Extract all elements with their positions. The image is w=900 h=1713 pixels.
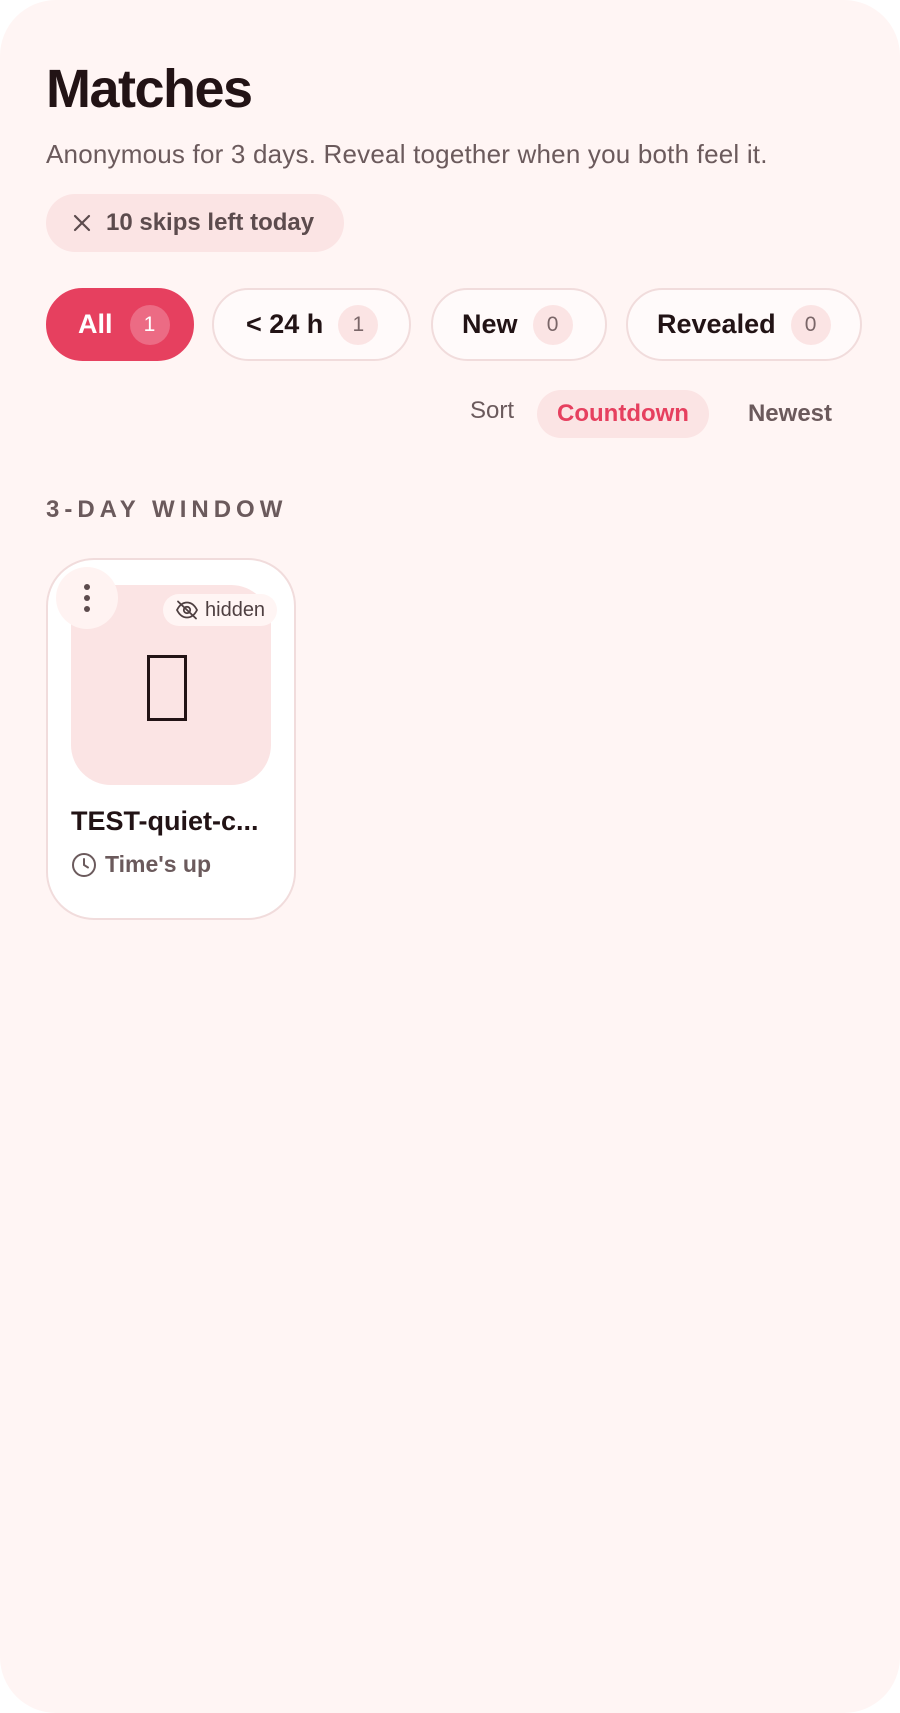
eye-off-icon <box>175 600 199 620</box>
more-options-button[interactable] <box>56 567 118 629</box>
filter-revealed[interactable]: Revealed 0 <box>626 288 862 361</box>
section-heading: 3-DAY WINDOW <box>46 496 288 523</box>
hidden-badge: hidden <box>163 594 278 626</box>
close-icon <box>73 214 91 232</box>
sort-label: Sort <box>470 397 515 424</box>
filter-count-badge: 0 <box>790 304 831 345</box>
more-vertical-icon-dot <box>84 606 90 612</box>
page-title: Matches <box>46 59 253 119</box>
skips-left-chip: 10 skips left today <box>46 194 344 252</box>
filter-label: < 24 h <box>246 309 324 339</box>
clock-icon <box>72 852 96 877</box>
filter-label: All <box>78 309 113 339</box>
match-status: Time's up <box>71 851 211 878</box>
matches-screen: Matches Anonymous for 3 days. Reveal tog… <box>0 0 900 1713</box>
match-status-label: Time's up <box>105 851 212 877</box>
filter-count-badge: 1 <box>338 304 379 345</box>
filter-all[interactable]: All 1 <box>46 288 194 361</box>
match-card[interactable]: hidden TEST-quiet-c... Time's up <box>46 558 296 920</box>
more-vertical-icon <box>84 584 90 590</box>
filter-under-24h[interactable]: < 24 h 1 <box>212 288 411 361</box>
hidden-badge-label: hidden <box>205 598 266 621</box>
match-name: TEST-quiet-c... <box>71 806 259 836</box>
filter-new[interactable]: New 0 <box>431 288 607 361</box>
filter-label: New <box>462 309 518 339</box>
avatar-glyph-icon <box>147 655 187 721</box>
sort-countdown-button[interactable]: Countdown <box>537 390 709 438</box>
skips-label: 10 skips left today <box>106 209 315 236</box>
more-vertical-icon-dot <box>84 595 90 601</box>
filter-label: Revealed <box>657 309 776 339</box>
page-subtitle: Anonymous for 3 days. Reveal together wh… <box>46 139 768 169</box>
filter-count-badge: 1 <box>129 304 170 345</box>
filter-count-badge: 0 <box>532 304 573 345</box>
sort-newest-button[interactable]: Newest <box>730 390 850 438</box>
